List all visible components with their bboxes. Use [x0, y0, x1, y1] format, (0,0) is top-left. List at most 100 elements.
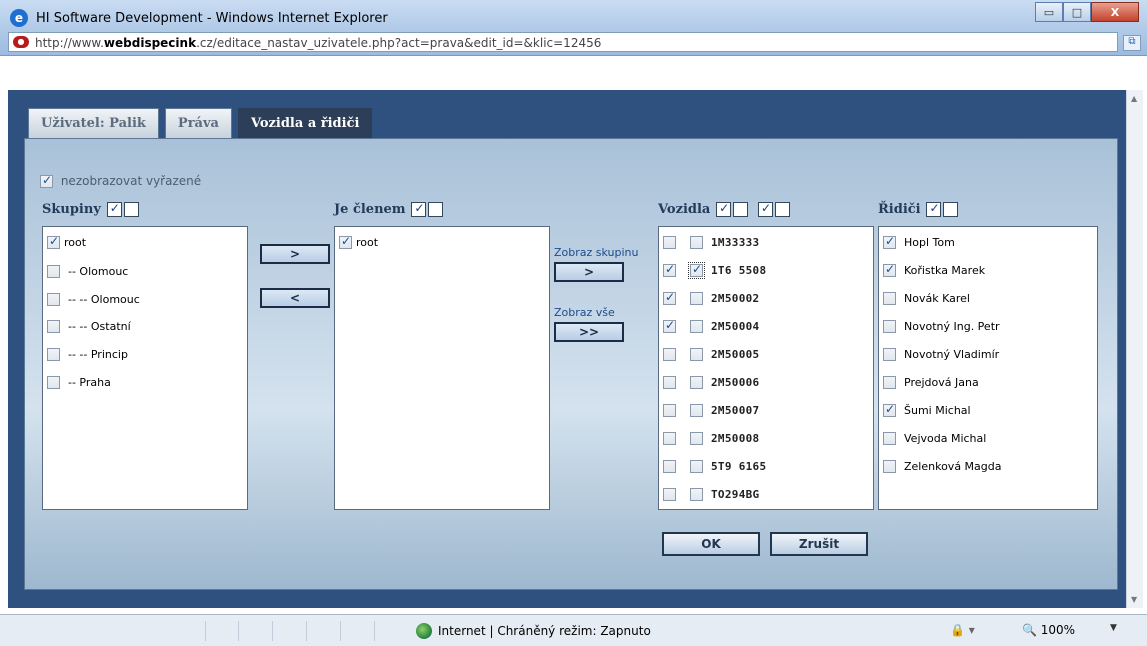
list-item[interactable]: root [339, 233, 378, 251]
vozidla-col1-select-none[interactable] [733, 202, 749, 217]
tab-uzivatel[interactable]: Uživatel: Palik [28, 108, 159, 138]
clenem-list[interactable]: root [334, 226, 550, 510]
list-item[interactable]: Novotný Vladimír [883, 345, 999, 363]
item-checkbox-1[interactable] [663, 459, 676, 473]
list-item[interactable]: 2M50004 [663, 317, 759, 335]
list-item[interactable]: 2M50008 [663, 429, 759, 447]
item-label: Šumi Michal [904, 403, 971, 417]
zoom-dropdown-icon[interactable]: ▼ [1110, 623, 1117, 633]
list-item[interactable]: Novák Karel [883, 289, 970, 307]
item-checkbox-2[interactable] [690, 319, 703, 333]
zobraz-skupinu-button[interactable]: > [554, 262, 624, 282]
list-item[interactable]: 2M50005 [663, 345, 759, 363]
close-button[interactable]: X [1091, 2, 1139, 22]
protected-mode-lock-icon[interactable]: 🔒 ▾ [950, 623, 975, 637]
item-checkbox[interactable] [883, 459, 896, 473]
item-checkbox-2[interactable] [690, 431, 703, 445]
item-checkbox-1[interactable] [663, 431, 676, 445]
item-checkbox-1[interactable] [663, 235, 676, 249]
item-checkbox-1[interactable] [663, 347, 676, 361]
item-checkbox-1[interactable] [663, 290, 676, 305]
item-checkbox-1[interactable] [663, 487, 676, 501]
item-checkbox-1[interactable] [663, 318, 676, 333]
maximize-button[interactable]: □ [1063, 2, 1091, 22]
item-checkbox[interactable] [883, 291, 896, 305]
list-item[interactable]: root [47, 233, 86, 251]
cancel-button[interactable]: Zrušit [770, 532, 868, 556]
item-checkbox-2[interactable] [690, 347, 703, 361]
skupiny-list[interactable]: root -- Olomouc -- -- Olomouc -- -- Osta… [42, 226, 248, 510]
item-checkbox-1[interactable] [663, 262, 676, 277]
compatibility-view-icon[interactable]: ⧉ [1123, 35, 1141, 51]
item-checkbox-2[interactable] [688, 261, 705, 279]
item-checkbox[interactable] [47, 319, 60, 333]
ridici-select-all[interactable] [926, 201, 942, 217]
list-item[interactable]: 2M50002 [663, 289, 759, 307]
item-checkbox[interactable] [883, 319, 896, 333]
item-checkbox[interactable] [883, 375, 896, 389]
tab-vozidla-ridici[interactable]: Vozidla a řidiči [237, 108, 373, 138]
list-item[interactable]: Šumi Michal [883, 401, 971, 419]
item-checkbox[interactable] [883, 431, 896, 445]
item-checkbox[interactable] [47, 375, 60, 389]
item-checkbox-1[interactable] [663, 403, 676, 417]
vozidla-col2-select-all[interactable] [758, 201, 773, 217]
vozidla-list[interactable]: 1M33333 1T6 5508 2M50002 2M50004 2M50005… [658, 226, 874, 510]
item-checkbox[interactable] [883, 347, 896, 361]
item-checkbox[interactable] [47, 292, 60, 306]
address-bar[interactable]: ● http://www.webdispecink.cz/editace_nas… [8, 32, 1118, 52]
item-checkbox-2[interactable] [690, 459, 703, 473]
ridici-list[interactable]: Hopl Tom Kořistka Marek Novák Karel Novo… [878, 226, 1098, 510]
list-item[interactable]: Zelenková Magda [883, 457, 1002, 475]
clenem-select-all[interactable] [411, 201, 427, 217]
address-url[interactable]: http://www.webdispecink.cz/editace_nasta… [35, 36, 601, 50]
remove-from-group-button[interactable]: < [260, 288, 330, 308]
status-divider [306, 621, 307, 641]
minimize-button[interactable]: ▭ [1035, 2, 1063, 22]
item-checkbox[interactable] [883, 262, 896, 277]
list-item[interactable]: Hopl Tom [883, 233, 955, 251]
scroll-up-icon[interactable]: ▲ [1131, 94, 1137, 103]
item-checkbox[interactable] [47, 264, 60, 278]
item-checkbox[interactable] [47, 234, 60, 249]
ok-button[interactable]: OK [662, 532, 760, 556]
item-checkbox[interactable] [883, 402, 896, 417]
zobraz-vse-button[interactable]: >> [554, 322, 624, 342]
add-to-group-button[interactable]: > [260, 244, 330, 264]
scroll-down-icon[interactable]: ▼ [1131, 595, 1137, 604]
list-item[interactable]: -- Praha [47, 373, 111, 391]
vertical-scrollbar[interactable]: ▲ ▼ [1126, 90, 1143, 608]
tab-prava[interactable]: Práva [164, 108, 232, 138]
clenem-select-none[interactable] [428, 202, 444, 217]
list-item[interactable]: 1T6 5508 [663, 261, 766, 279]
list-item[interactable]: Vejvoda Michal [883, 429, 986, 447]
list-item[interactable]: 2M50007 [663, 401, 759, 419]
item-checkbox[interactable] [883, 234, 896, 249]
item-checkbox-2[interactable] [690, 487, 703, 501]
list-item[interactable]: -- -- Princip [47, 345, 128, 363]
item-checkbox[interactable] [339, 234, 352, 249]
filter-checkbox[interactable] [40, 173, 53, 188]
item-checkbox-2[interactable] [690, 375, 703, 389]
list-item[interactable]: Prejdová Jana [883, 373, 979, 391]
item-checkbox-2[interactable] [690, 403, 703, 417]
item-checkbox-2[interactable] [690, 291, 703, 305]
vozidla-col2-select-none[interactable] [775, 202, 790, 217]
ridici-select-none[interactable] [943, 202, 959, 217]
list-item[interactable]: -- Olomouc [47, 262, 128, 280]
item-checkbox-1[interactable] [663, 375, 676, 389]
list-item[interactable]: -- -- Ostatní [47, 317, 131, 335]
list-item[interactable]: -- -- Olomouc [47, 290, 140, 308]
skupiny-select-all[interactable] [106, 201, 122, 217]
list-item[interactable]: Kořistka Marek [883, 261, 985, 279]
list-item[interactable]: Novotný Ing. Petr [883, 317, 1000, 335]
list-item[interactable]: 2M50006 [663, 373, 759, 391]
vozidla-col1-select-all[interactable] [716, 201, 732, 217]
list-item[interactable]: 5T9 6165 [663, 457, 766, 475]
skupiny-select-none[interactable] [123, 202, 139, 217]
item-checkbox-2[interactable] [690, 235, 703, 249]
list-item[interactable]: TO294BG [663, 485, 759, 503]
item-checkbox[interactable] [47, 347, 60, 361]
list-item[interactable]: 1M33333 [663, 233, 759, 251]
zoom-level[interactable]: 🔍 100% [1022, 623, 1075, 637]
